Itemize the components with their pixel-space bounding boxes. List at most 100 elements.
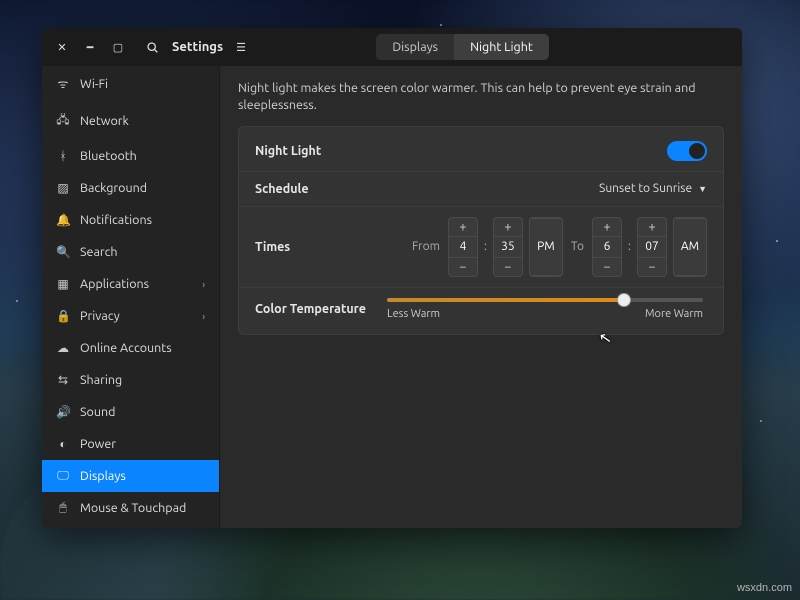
slider-thumb[interactable] — [617, 293, 631, 307]
schedule-select[interactable]: Sunset to Sunrise ▼ — [599, 182, 707, 195]
from-ampm-spinner[interactable]: PM — [529, 217, 563, 277]
apps-icon: ▦ — [56, 277, 70, 291]
to-ampm-spinner[interactable]: AM — [673, 217, 707, 277]
sidebar-item-bluetooth[interactable]: ᚼ Bluetooth — [42, 140, 219, 172]
decrement-button[interactable]: − — [638, 258, 666, 276]
sidebar-item-mouse-touchpad[interactable]: 🖱 Mouse & Touchpad — [42, 492, 219, 524]
chevron-down-icon: ▼ — [698, 184, 707, 194]
background-icon: ▨ — [56, 181, 70, 195]
settings-panel: Night Light Schedule Sunset to Sunrise ▼… — [238, 126, 724, 335]
increment-button[interactable]: + — [449, 218, 477, 236]
network-icon: 🖧 — [56, 110, 70, 131]
sidebar-item-label: Search — [80, 245, 118, 259]
to-ampm-value: AM — [674, 218, 706, 276]
from-minute-value: 35 — [494, 236, 522, 258]
row-schedule: Schedule Sunset to Sunrise ▼ — [239, 172, 723, 207]
description-text: Night light makes the screen color warme… — [238, 80, 724, 114]
sidebar-item-background[interactable]: ▨ Background — [42, 172, 219, 204]
to-word: To — [571, 240, 584, 253]
schedule-label: Schedule — [255, 182, 373, 196]
less-warm-label: Less Warm — [387, 308, 440, 320]
color-temperature-slider[interactable] — [387, 298, 703, 302]
row-times: Times From + 4 − : + — [239, 207, 723, 288]
color-temperature-label: Color Temperature — [255, 302, 373, 316]
speaker-icon: 🔊 — [56, 405, 70, 419]
increment-button[interactable]: + — [638, 218, 666, 236]
sidebar-item-sharing[interactable]: ⇆ Sharing — [42, 364, 219, 396]
more-warm-label: More Warm — [645, 308, 703, 320]
header-tabs: Displays Night Light — [376, 34, 548, 60]
sidebar-item-notifications[interactable]: 🔔 Notifications — [42, 204, 219, 236]
sidebar-item-label: Mouse & Touchpad — [80, 501, 186, 515]
minimize-button[interactable]: ━ — [78, 35, 102, 59]
from-minute-spinner[interactable]: + 35 − — [493, 217, 523, 277]
sidebar-item-displays[interactable]: 🖵 Displays — [42, 460, 219, 492]
sidebar-item-label: Bluetooth — [80, 149, 137, 163]
sidebar-item-label: Online Accounts — [80, 341, 172, 355]
chevron-right-icon: › — [202, 311, 205, 322]
to-minute-spinner[interactable]: + 07 − — [637, 217, 667, 277]
sidebar-item-sound[interactable]: 🔊 Sound — [42, 396, 219, 428]
night-light-toggle[interactable] — [667, 141, 707, 161]
sidebar-item-power[interactable]: ◐ Power — [42, 428, 219, 460]
bell-icon: 🔔 — [56, 213, 70, 227]
sidebar-item-network[interactable]: 🖧 Network — [42, 101, 219, 140]
display-icon: 🖵 — [56, 469, 70, 483]
close-button[interactable]: ✕ — [50, 35, 74, 59]
bluetooth-icon: ᚼ — [56, 150, 70, 163]
sidebar-item-applications[interactable]: ▦ Applications › — [42, 268, 219, 300]
decrement-button[interactable]: − — [494, 258, 522, 276]
settings-window: ✕ ━ ▢ Settings ☰ Displays Night Light ᯤW… — [42, 28, 742, 528]
sidebar-item-label: Network — [80, 114, 129, 128]
decrement-button[interactable]: − — [449, 258, 477, 276]
window-title: Settings — [172, 40, 223, 54]
lock-icon: 🔒 — [56, 309, 70, 323]
decrement-button[interactable]: − — [593, 258, 621, 276]
row-night-light: Night Light — [239, 131, 723, 172]
from-hour-value: 4 — [449, 236, 477, 258]
increment-button[interactable]: + — [593, 218, 621, 236]
search-button[interactable] — [140, 35, 164, 59]
titlebar: ✕ ━ ▢ Settings ☰ Displays Night Light — [42, 28, 742, 66]
watermark: wsxdn.com — [737, 582, 792, 594]
to-minute-value: 07 — [638, 236, 666, 258]
row-color-temperature: Color Temperature Less Warm More Warm — [239, 288, 723, 330]
sidebar-item-label: Privacy — [80, 309, 120, 323]
to-hour-value: 6 — [593, 236, 621, 258]
search-icon: 🔍 — [56, 245, 70, 259]
sidebar-item-label: Displays — [80, 469, 126, 483]
sidebar-item-label: Applications — [80, 277, 149, 291]
cloud-icon: ☁ — [56, 341, 70, 355]
tab-displays[interactable]: Displays — [376, 34, 454, 60]
power-icon: ◐ — [56, 437, 70, 451]
search-icon — [146, 41, 159, 54]
to-hour-spinner[interactable]: + 6 − — [592, 217, 622, 277]
sidebar-item-search[interactable]: 🔍 Search — [42, 236, 219, 268]
sidebar-item-label: Notifications — [80, 213, 152, 227]
sidebar: ᯤ Wi-Fi 🖧 Network ᚼ Bluetooth ▨ Background 🔔… — [42, 66, 220, 528]
mouse-icon: 🖱 — [56, 501, 70, 515]
schedule-value: Sunset to Sunrise — [599, 182, 692, 195]
share-icon: ⇆ — [56, 373, 70, 387]
maximize-button[interactable]: ▢ — [106, 35, 130, 59]
sidebar-item-privacy[interactable]: 🔒 Privacy › — [42, 300, 219, 332]
tab-night-light[interactable]: Night Light — [454, 34, 549, 60]
sidebar-item-label: Power — [80, 437, 116, 451]
from-hour-spinner[interactable]: + 4 − — [448, 217, 478, 277]
sidebar-item-label: Wi-Fi — [80, 77, 108, 91]
increment-button[interactable]: + — [494, 218, 522, 236]
chevron-right-icon: › — [202, 279, 205, 290]
from-ampm-value: PM — [530, 218, 562, 276]
wifi-icon: ᯤ — [56, 75, 70, 92]
night-light-label: Night Light — [255, 144, 373, 158]
hamburger-button[interactable]: ☰ — [229, 35, 253, 59]
sidebar-item-label: Background — [80, 181, 147, 195]
sidebar-item-wifi[interactable]: ᯤ Wi-Fi — [42, 66, 219, 101]
sidebar-item-online-accounts[interactable]: ☁ Online Accounts — [42, 332, 219, 364]
mouse-cursor: ↖ — [598, 328, 614, 348]
sidebar-item-label: Sound — [80, 405, 115, 419]
content-pane: Night light makes the screen color warme… — [220, 66, 742, 528]
sidebar-item-label: Sharing — [80, 373, 122, 387]
times-label: Times — [255, 240, 373, 254]
from-word: From — [412, 240, 440, 253]
